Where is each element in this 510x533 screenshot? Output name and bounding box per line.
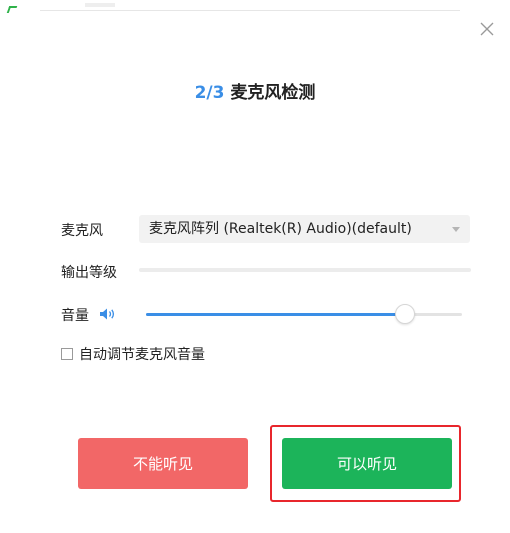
auto-adjust-checkbox[interactable] bbox=[61, 348, 73, 360]
microphone-select[interactable]: 麦克风阵列 (Realtek(R) Audio)(default) bbox=[139, 215, 470, 243]
close-icon bbox=[480, 22, 494, 36]
top-divider bbox=[40, 10, 460, 11]
close-button[interactable] bbox=[478, 20, 496, 38]
microphone-label: 麦克风 bbox=[61, 223, 103, 239]
output-level-label: 输出等级 bbox=[61, 265, 117, 281]
volume-slider-fill bbox=[146, 313, 405, 316]
volume-slider[interactable] bbox=[146, 304, 462, 324]
auto-adjust-label: 自动调节麦克风音量 bbox=[79, 347, 205, 363]
microphone-selected-value: 麦克风阵列 (Realtek(R) Audio)(default) bbox=[149, 221, 412, 237]
window-top-strip bbox=[0, 0, 510, 13]
title-remnant bbox=[85, 3, 115, 7]
title-text: 麦克风检测 bbox=[230, 83, 316, 103]
dialog-title: 2/3 麦克风检测 bbox=[0, 78, 510, 103]
step-indicator: 2/3 bbox=[194, 83, 225, 103]
volume-label: 音量 bbox=[61, 308, 89, 324]
mic-test-dialog: 2/3 麦克风检测 麦克风 麦克风阵列 (Realtek(R) Audio)(de… bbox=[0, 0, 510, 533]
can-hear-button[interactable]: 可以听见 bbox=[282, 438, 452, 489]
auto-adjust-option[interactable]: 自动调节麦克风音量 bbox=[61, 345, 205, 363]
caret-down-icon bbox=[452, 227, 460, 232]
speaker-icon bbox=[100, 308, 115, 320]
output-level-meter bbox=[139, 268, 471, 272]
volume-slider-thumb[interactable] bbox=[394, 304, 415, 324]
cannot-hear-button[interactable]: 不能听见 bbox=[78, 438, 248, 489]
app-mark bbox=[6, 6, 18, 13]
